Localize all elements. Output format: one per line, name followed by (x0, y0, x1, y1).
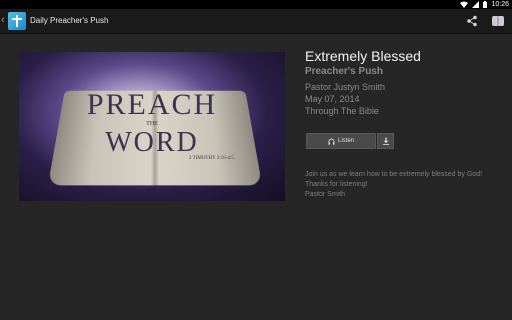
app-title: Daily Preacher's Push (30, 16, 109, 25)
description-line: Join us as we learn how to be extremely … (305, 171, 483, 178)
description-signature: Pastor Smith (305, 191, 346, 198)
artwork-word-text: WORD (105, 127, 199, 158)
bible-icon[interactable] (491, 14, 505, 28)
share-icon[interactable] (466, 15, 478, 27)
headphones-icon (328, 138, 335, 145)
artwork-preach-text: PREACH (86, 88, 218, 121)
download-button[interactable] (377, 133, 394, 149)
app-logo-icon[interactable] (8, 12, 26, 30)
sermon-artwork: PREACH THE WORD 2 TIMOTHY 3:16-4:5 (19, 52, 285, 201)
description-line: Thanks for listening! (305, 181, 368, 188)
artwork-reference: 2 TIMOTHY 3:16-4:5 (189, 156, 234, 161)
status-icons: 10:26 (460, 0, 509, 9)
status-bar: 10:26 (0, 0, 512, 9)
listen-button[interactable]: Listen (306, 133, 376, 149)
wifi-icon (460, 1, 469, 8)
cross-icon (12, 15, 22, 27)
back-chevron-icon[interactable]: ‹ (1, 14, 5, 26)
episode-series: Through The Bible (305, 106, 379, 116)
episode-date: May 07, 2014 (305, 94, 360, 104)
download-icon (382, 137, 389, 145)
episode-pastor: Pastor Justyn Smith (305, 82, 386, 92)
signal-icon (472, 1, 480, 8)
action-bar: ‹ Daily Preacher's Push (0, 9, 512, 34)
podcast-name: Preacher's Push (305, 66, 383, 77)
episode-description: Join us as we learn how to be extremely … (305, 170, 482, 200)
status-time: 10:26 (491, 1, 509, 8)
episode-title: Extremely Blessed (305, 48, 421, 64)
battery-icon (483, 1, 488, 8)
listen-label: Listen (337, 138, 354, 144)
